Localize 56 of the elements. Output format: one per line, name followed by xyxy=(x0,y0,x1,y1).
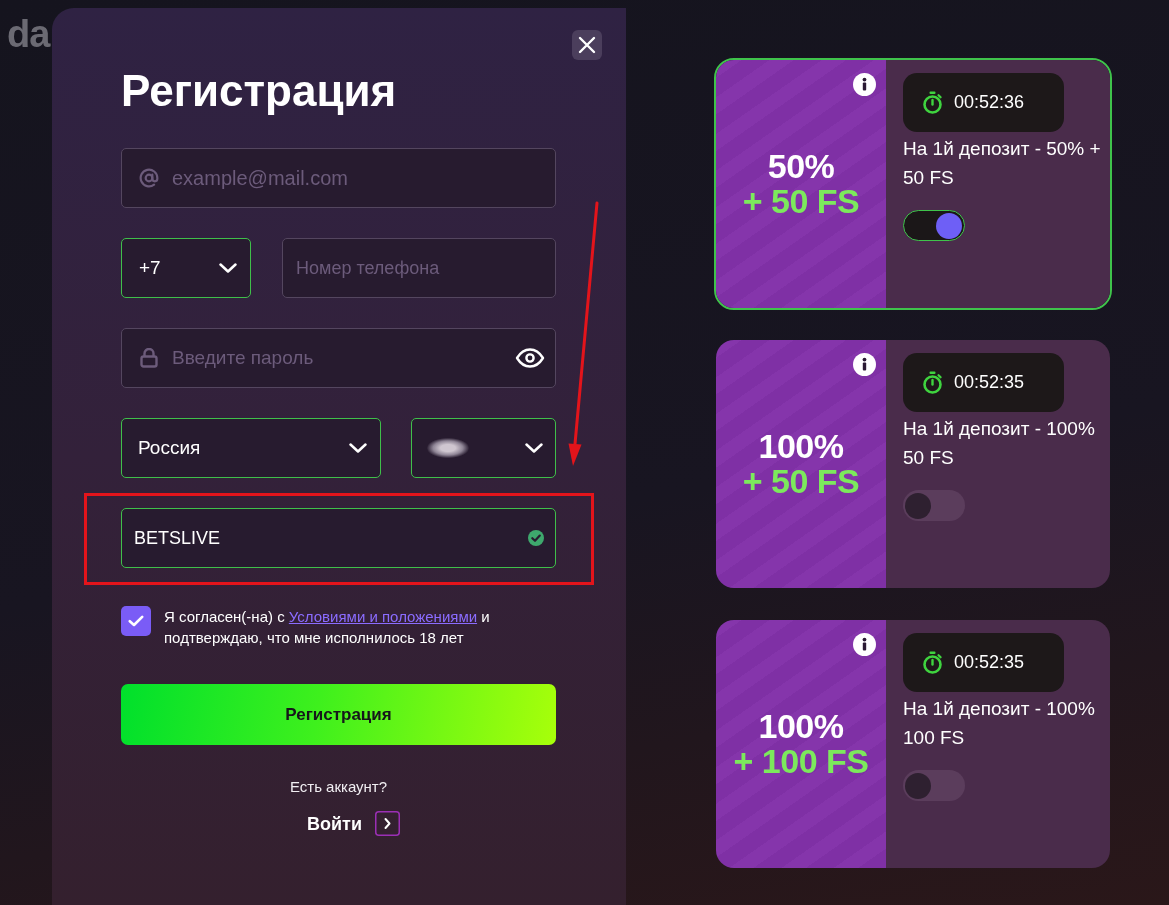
close-icon xyxy=(578,36,596,54)
at-sign-icon xyxy=(139,168,159,188)
timer-text: 00:52:36 xyxy=(954,91,1025,114)
info-icon[interactable] xyxy=(853,633,876,656)
password-input[interactable]: Введите пароль xyxy=(172,343,501,373)
email-field[interactable]: example@mail.com xyxy=(121,148,556,208)
stopwatch-icon xyxy=(922,651,943,674)
bonus-card[interactable]: 50% + 50 FS 00:52:36 На 1й депозит - 50% + 50 FS xyxy=(714,58,1112,310)
bonus-description: 50 FS xyxy=(903,446,955,470)
currency-select[interactable] xyxy=(411,418,556,478)
login-link[interactable]: Войти xyxy=(307,811,362,836)
toggle-switch[interactable] xyxy=(903,490,965,521)
register-button[interactable]: Регистрация xyxy=(121,684,556,745)
phone-code-select[interactable]: +7 xyxy=(121,238,251,298)
promo-code-input[interactable]: BETSLIVE xyxy=(134,524,528,552)
form-title: Регистрация xyxy=(121,65,398,117)
chevron-right-icon[interactable] xyxy=(374,811,400,836)
terms-text: Я согласен(-на) с Условиями и положениями и подтверждаю, что мне исполнилось 18 лет xyxy=(164,607,491,648)
bonus-spins: + 50 FS xyxy=(742,464,860,499)
bonus-description: 50 FS xyxy=(903,166,955,190)
toggle-switch[interactable] xyxy=(903,770,965,801)
bonus-spins: + 50 FS xyxy=(742,184,860,219)
login-prompt: Есть аккаунт? xyxy=(289,777,388,797)
email-input[interactable]: example@mail.com xyxy=(172,163,541,193)
chevron-down-icon xyxy=(525,443,543,453)
bonus-description: На 1й депозит - 50% + xyxy=(903,137,1102,161)
lock-icon xyxy=(140,348,158,368)
info-icon[interactable] xyxy=(853,353,876,376)
stopwatch-icon xyxy=(922,91,943,114)
checkmark-icon xyxy=(128,615,144,627)
bonus-spins: + 100 FS xyxy=(733,744,869,779)
bonus-description: 100 FS xyxy=(903,726,966,750)
logo-text: da xyxy=(7,12,52,56)
eye-icon[interactable] xyxy=(515,348,545,368)
bonus-description: На 1й депозит - 100% xyxy=(903,697,1096,721)
timer-text: 00:52:35 xyxy=(954,651,1025,674)
phone-number-input[interactable]: Номер телефона xyxy=(296,254,545,282)
phone-number-field[interactable]: Номер телефона xyxy=(282,238,556,298)
toggle-switch[interactable] xyxy=(903,210,965,241)
info-icon[interactable] xyxy=(853,73,876,96)
bonus-description: На 1й депозит - 100% xyxy=(903,417,1096,441)
blurred-value-drawing xyxy=(427,438,469,458)
password-field[interactable]: Введите пароль xyxy=(121,328,556,388)
terms-checkbox[interactable] xyxy=(121,606,151,636)
bonus-percent: 100% xyxy=(758,709,844,744)
bonus-percent: 100% xyxy=(758,429,844,464)
chevron-down-icon xyxy=(349,443,367,453)
stopwatch-icon xyxy=(922,371,943,394)
close-button[interactable] xyxy=(572,30,602,60)
check-circle-icon xyxy=(528,530,544,546)
terms-link[interactable]: Условиями и положениями xyxy=(288,608,478,625)
chevron-down-icon xyxy=(219,263,237,273)
bonus-percent: 50% xyxy=(767,149,835,184)
timer-text: 00:52:35 xyxy=(954,371,1025,394)
country-select[interactable]: Россия xyxy=(121,418,381,478)
promo-code-field[interactable]: BETSLIVE xyxy=(121,508,556,568)
